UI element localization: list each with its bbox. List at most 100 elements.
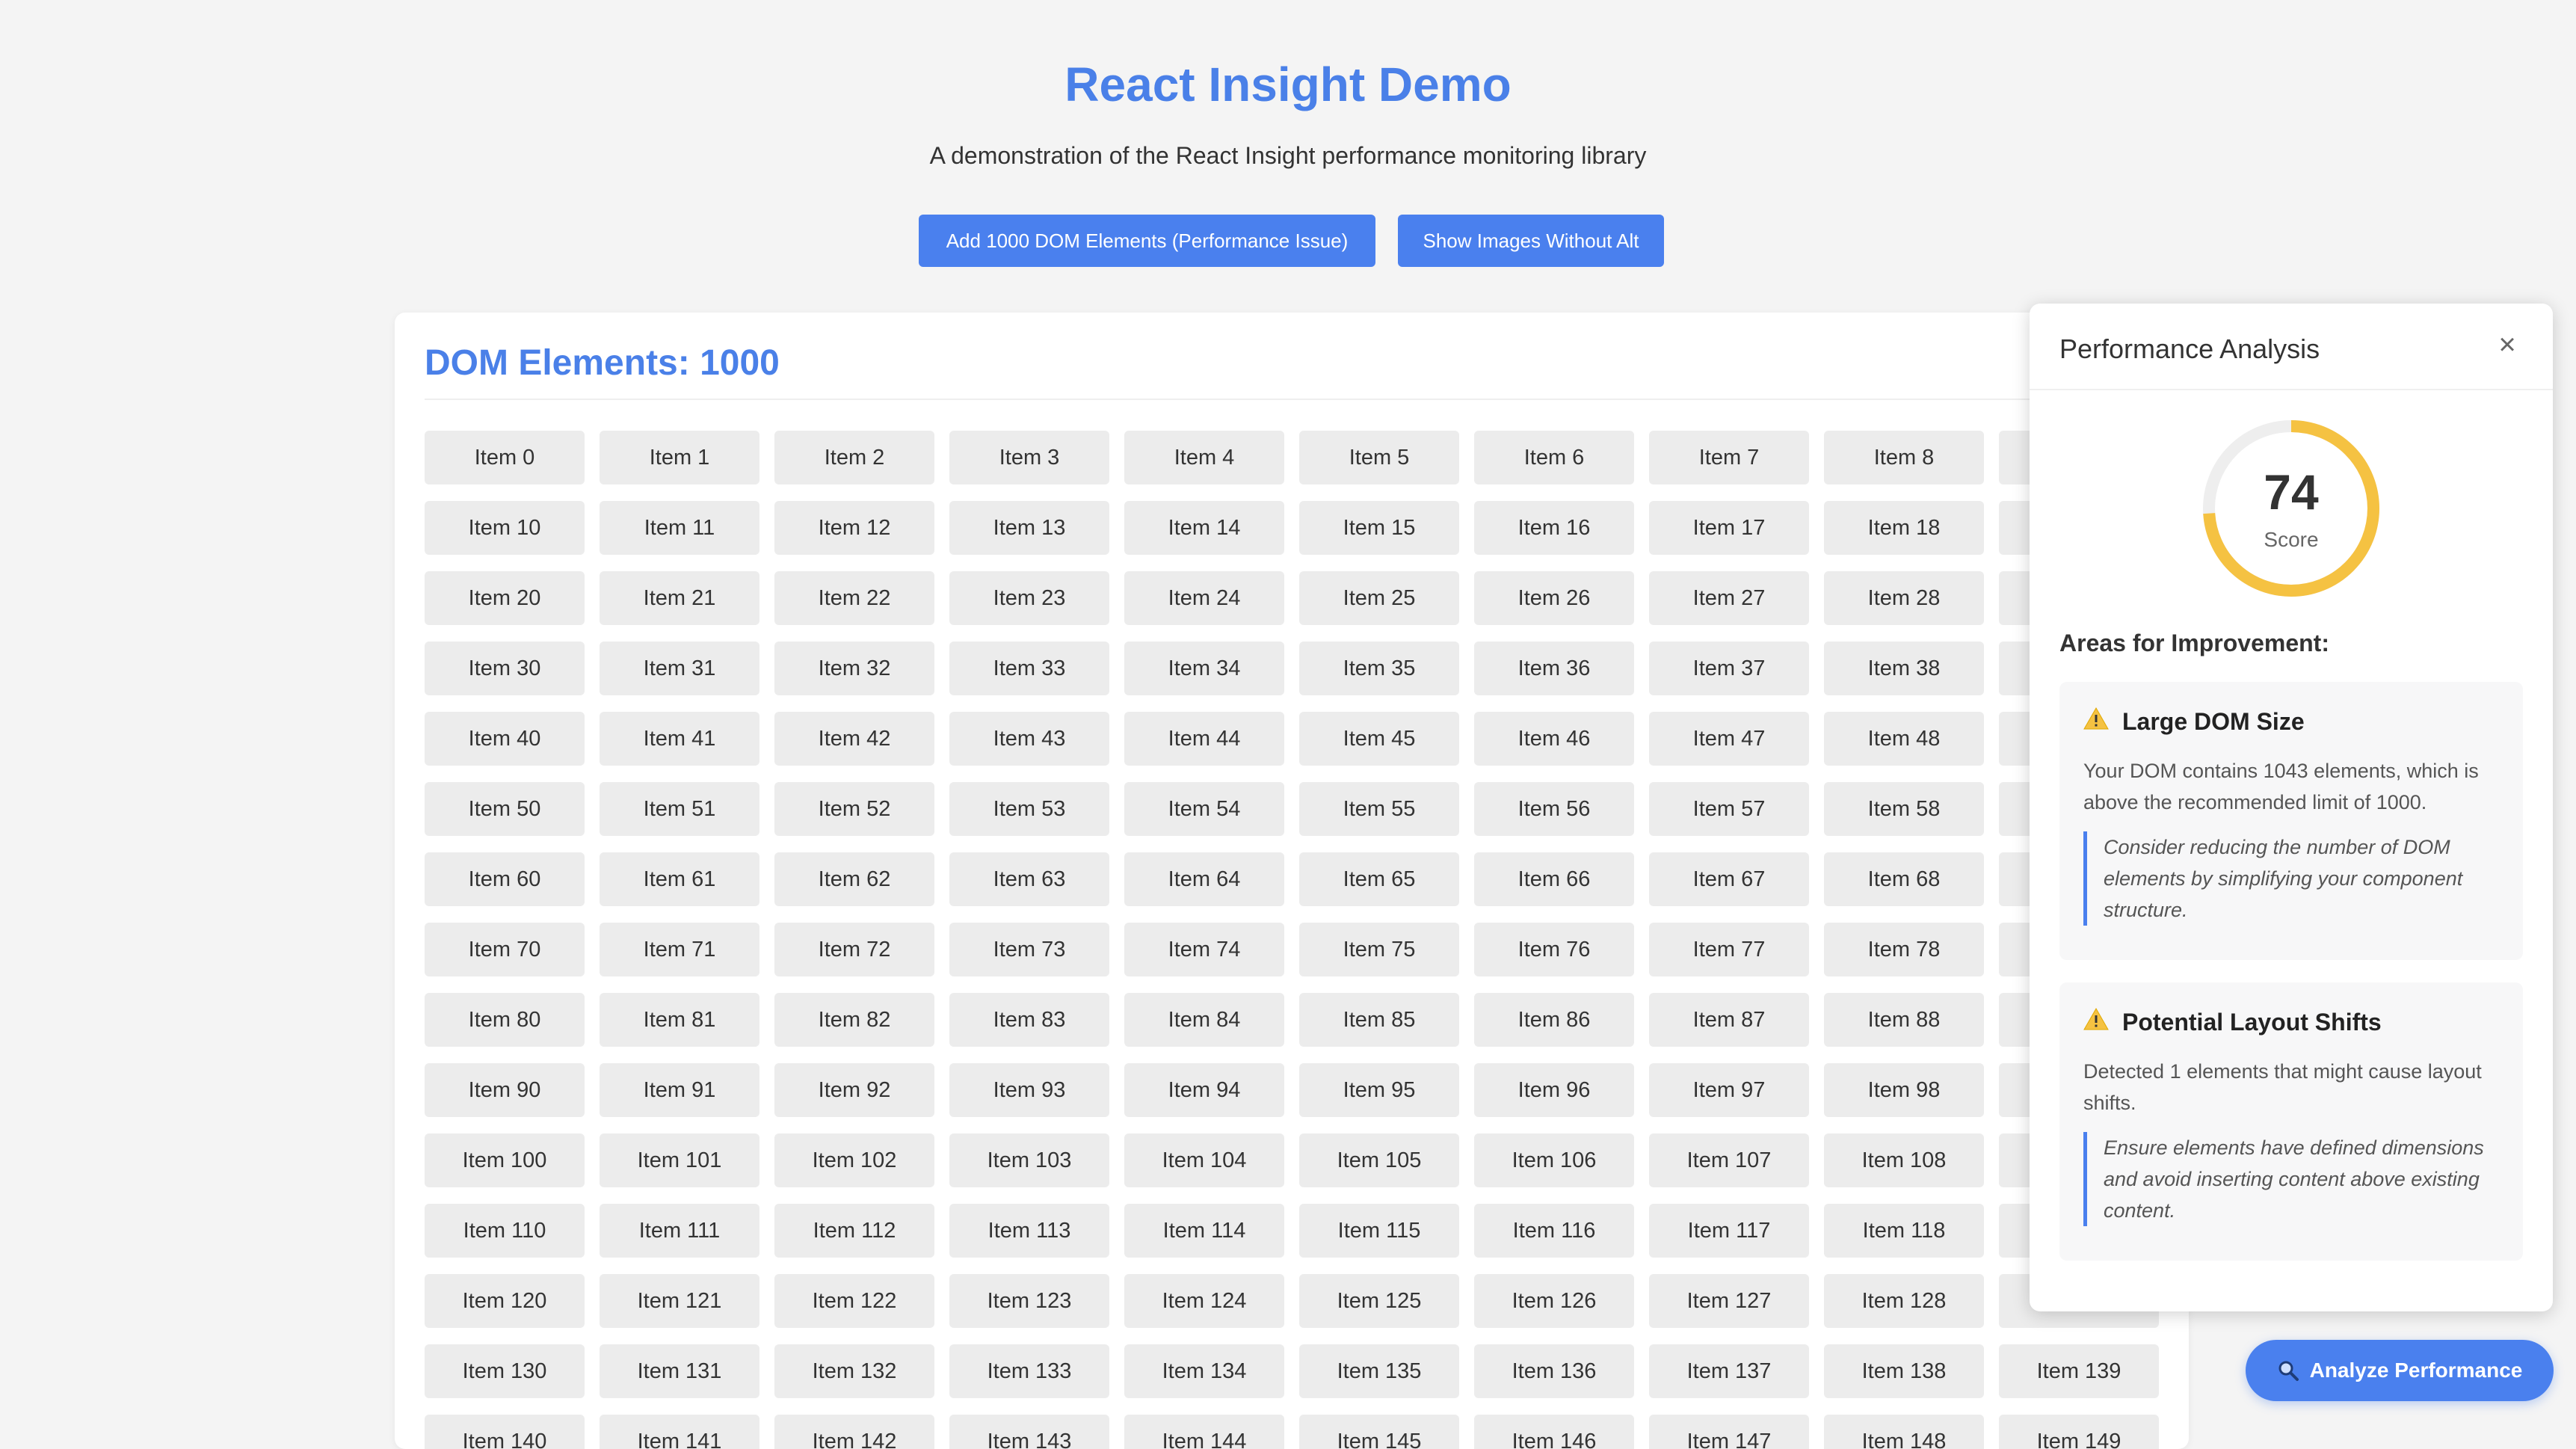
grid-item: Item 120: [425, 1274, 585, 1328]
grid-item: Item 4: [1124, 431, 1284, 484]
grid-item: Item 18: [1824, 501, 1984, 555]
warning-icon: [2083, 1007, 2109, 1036]
grid-item: Item 65: [1299, 852, 1459, 906]
grid-item: Item 103: [949, 1133, 1109, 1187]
grid-item: Item 44: [1124, 712, 1284, 766]
grid-item: Item 54: [1124, 782, 1284, 836]
areas-for-improvement-heading: Areas for Improvement:: [2059, 630, 2329, 656]
grid-item: Item 116: [1474, 1204, 1634, 1258]
grid-item: Item 138: [1824, 1344, 1984, 1398]
issue-description: Your DOM contains 1043 elements, which i…: [2083, 760, 2479, 813]
grid-item: Item 127: [1649, 1274, 1809, 1328]
dom-elements-card: DOM Elements: 1000 Item 0 Item 1 Item 2 Ite…: [395, 313, 2189, 1449]
grid-item: Item 100: [425, 1133, 585, 1187]
grid-item: Item 133: [949, 1344, 1109, 1398]
grid-item: Item 84: [1124, 993, 1284, 1047]
grid-item: Item 136: [1474, 1344, 1634, 1398]
score-gauge: 74 Score: [2200, 417, 2382, 600]
grid-item: Item 14: [1124, 501, 1284, 555]
grid-item: Item 86: [1474, 993, 1634, 1047]
grid-item: Item 83: [949, 993, 1109, 1047]
grid-item: Item 101: [600, 1133, 759, 1187]
grid-item: Item 85: [1299, 993, 1459, 1047]
grid-item: Item 134: [1124, 1344, 1284, 1398]
grid-item: Item 46: [1474, 712, 1634, 766]
grid-item: Item 115: [1299, 1204, 1459, 1258]
grid-item: Item 97: [1649, 1063, 1809, 1117]
grid-item: Item 70: [425, 923, 585, 976]
add-dom-elements-button[interactable]: Add 1000 DOM Elements (Performance Issue…: [919, 215, 1375, 267]
grid-item: Item 12: [774, 501, 934, 555]
grid-item: Item 114: [1124, 1204, 1284, 1258]
grid-item: Item 125: [1299, 1274, 1459, 1328]
performance-analysis-panel: Performance Analysis × 74 Score Areas fo…: [2030, 304, 2553, 1311]
grid-item: Item 63: [949, 852, 1109, 906]
grid-item: Item 142: [774, 1415, 934, 1449]
grid-item: Item 80: [425, 993, 585, 1047]
grid-item: Item 15: [1299, 501, 1459, 555]
grid-item: Item 140: [425, 1415, 585, 1449]
grid-item: Item 31: [600, 642, 759, 695]
grid-item: Item 3: [949, 431, 1109, 484]
grid-item: Item 108: [1824, 1133, 1984, 1187]
show-images-without-alt-button[interactable]: Show Images Without Alt: [1398, 215, 1664, 267]
grid-item: Item 81: [600, 993, 759, 1047]
analyze-performance-button[interactable]: Analyze Performance: [2246, 1340, 2554, 1401]
grid-item: Item 144: [1124, 1415, 1284, 1449]
grid-item: Item 51: [600, 782, 759, 836]
grid-item: Item 104: [1124, 1133, 1284, 1187]
grid-item: Item 56: [1474, 782, 1634, 836]
grid-item: Item 87: [1649, 993, 1809, 1047]
grid-item: Item 64: [1124, 852, 1284, 906]
grid-item: Item 42: [774, 712, 934, 766]
grid-item: Item 40: [425, 712, 585, 766]
grid-item: Item 94: [1124, 1063, 1284, 1117]
grid-item: Item 107: [1649, 1133, 1809, 1187]
issue-title-row: Large DOM Size: [2083, 707, 2305, 736]
analyze-performance-label: Analyze Performance: [2309, 1359, 2523, 1382]
grid-item: Item 131: [600, 1344, 759, 1398]
grid-item: Item 78: [1824, 923, 1984, 976]
grid-item: Item 62: [774, 852, 934, 906]
grid-item: Item 2: [774, 431, 934, 484]
grid-item: Item 149: [1999, 1415, 2159, 1449]
grid-item: Item 34: [1124, 642, 1284, 695]
grid-item: Item 26: [1474, 571, 1634, 625]
grid-item: Item 147: [1649, 1415, 1809, 1449]
grid-item: Item 48: [1824, 712, 1984, 766]
grid-item: Item 45: [1299, 712, 1459, 766]
panel-header: Performance Analysis ×: [2030, 304, 2553, 390]
grid-item: Item 141: [600, 1415, 759, 1449]
item-grid: Item 0 Item 1 Item 2 Item 3 Item 4 Item 5 Item…: [425, 431, 2189, 1449]
grid-item: Item 67: [1649, 852, 1809, 906]
grid-item: Item 60: [425, 852, 585, 906]
warning-icon: [2083, 707, 2109, 736]
grid-item: Item 145: [1299, 1415, 1459, 1449]
issue-card-layout-shifts: Potential Layout Shifts Detected 1 eleme…: [2059, 982, 2523, 1261]
close-icon[interactable]: ×: [2489, 326, 2526, 363]
grid-item: Item 66: [1474, 852, 1634, 906]
grid-item: Item 74: [1124, 923, 1284, 976]
grid-item: Item 112: [774, 1204, 934, 1258]
magnifier-icon: [2277, 1359, 2299, 1382]
grid-item: Item 137: [1649, 1344, 1809, 1398]
grid-item: Item 130: [425, 1344, 585, 1398]
grid-item: Item 50: [425, 782, 585, 836]
grid-item: Item 88: [1824, 993, 1984, 1047]
grid-item: Item 53: [949, 782, 1109, 836]
grid-item: Item 121: [600, 1274, 759, 1328]
grid-item: Item 93: [949, 1063, 1109, 1117]
grid-item: Item 128: [1824, 1274, 1984, 1328]
grid-item: Item 61: [600, 852, 759, 906]
grid-item: Item 96: [1474, 1063, 1634, 1117]
grid-item: Item 71: [600, 923, 759, 976]
grid-item: Item 123: [949, 1274, 1109, 1328]
grid-item: Item 30: [425, 642, 585, 695]
grid-item: Item 106: [1474, 1133, 1634, 1187]
grid-item: Item 7: [1649, 431, 1809, 484]
issue-suggestion: Consider reducing the number of DOM elem…: [2083, 831, 2513, 926]
issue-title-row: Potential Layout Shifts: [2083, 1007, 2382, 1036]
grid-item: Item 32: [774, 642, 934, 695]
grid-item: Item 118: [1824, 1204, 1984, 1258]
grid-item: Item 38: [1824, 642, 1984, 695]
